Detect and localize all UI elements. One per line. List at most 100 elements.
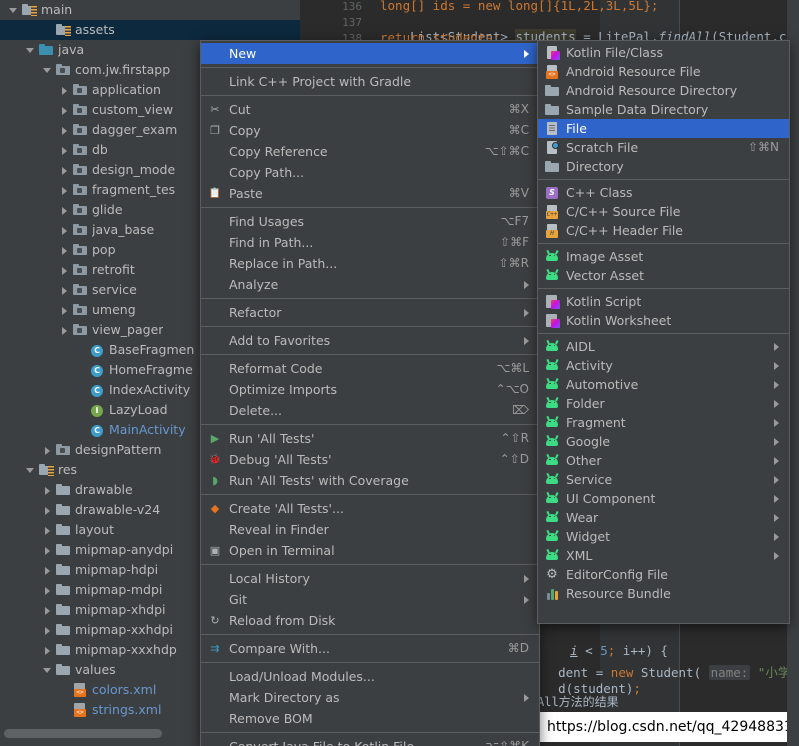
tree-item-label: custom_view <box>92 102 174 117</box>
menu-item-c-c-header-file[interactable]: H C/C++ Header File <box>538 221 789 240</box>
menu-item-open-in-terminal[interactable]: ▣ Open in Terminal <box>201 540 539 561</box>
menu-item-reload-from-disk[interactable]: ↻ Reload from Disk <box>201 610 539 631</box>
menu-item-label: Image Asset <box>566 249 644 264</box>
menu-item-paste[interactable]: 📋 Paste ⌘V <box>201 183 539 204</box>
chevron-right-icon[interactable] <box>59 105 70 116</box>
menu-item-directory[interactable]: Directory <box>538 157 789 176</box>
menu-item-widget[interactable]: Widget <box>538 527 789 546</box>
chevron-right-icon[interactable] <box>59 305 70 316</box>
package-folder-icon <box>72 142 88 158</box>
menu-item-copy-reference[interactable]: Copy Reference ⌥⇧⌘C <box>201 141 539 162</box>
menu-item-android-resource-directory[interactable]: Android Resource Directory <box>538 81 789 100</box>
menu-item-folder[interactable]: Folder <box>538 394 789 413</box>
scrollbar-thumb[interactable] <box>4 729 162 738</box>
menu-item-create-all-tests[interactable]: ◆ Create 'All Tests'... <box>201 498 539 519</box>
menu-item-replace-in-path[interactable]: Replace in Path... ⇧⌘R <box>201 253 539 274</box>
menu-item-service[interactable]: Service <box>538 470 789 489</box>
submenu-arrow-icon <box>524 693 529 702</box>
menu-item-refactor[interactable]: Refactor <box>201 302 539 323</box>
menu-item-editorconfig-file[interactable]: ⚙ EditorConfig File <box>538 565 789 584</box>
menu-item-activity[interactable]: Activity <box>538 356 789 375</box>
menu-item-convert-java-file-to-kotlin-file[interactable]: Convert Java File to Kotlin File ⌥⇧⌘K <box>201 736 539 746</box>
menu-item-reveal-in-finder[interactable]: Reveal in Finder <box>201 519 539 540</box>
menu-item-reformat-code[interactable]: Reformat Code ⌥⌘L <box>201 358 539 379</box>
menu-item-android-resource-file[interactable]: <> Android Resource File <box>538 62 789 81</box>
menu-item-analyze[interactable]: Analyze <box>201 274 539 295</box>
menu-item-optimize-imports[interactable]: Optimize Imports ⌃⌥O <box>201 379 539 400</box>
chevron-down-icon[interactable] <box>42 65 53 76</box>
menu-item-local-history[interactable]: Local History <box>201 568 539 589</box>
menu-item-scratch-file[interactable]: Scratch File ⇧⌘N <box>538 138 789 157</box>
menu-item-kotlin-file-class[interactable]: Kotlin File/Class <box>538 43 789 62</box>
chevron-down-icon[interactable] <box>25 465 36 476</box>
chevron-right-icon[interactable] <box>42 565 53 576</box>
menu-item-new[interactable]: New <box>201 43 539 64</box>
menu-item-ui-component[interactable]: UI Component <box>538 489 789 508</box>
menu-item-add-to-favorites[interactable]: Add to Favorites <box>201 330 539 351</box>
menu-item-load-unload-modules[interactable]: Load/Unload Modules... <box>201 666 539 687</box>
tree-item-main[interactable]: main <box>0 0 300 20</box>
menu-item-c-class[interactable]: S C++ Class <box>538 183 789 202</box>
menu-item-find-usages[interactable]: Find Usages ⌥F7 <box>201 211 539 232</box>
chevron-right-icon[interactable] <box>42 625 53 636</box>
folder-icon <box>55 622 71 638</box>
chevron-right-icon[interactable] <box>59 245 70 256</box>
menu-item-image-asset[interactable]: Image Asset <box>538 247 789 266</box>
tree-item-label: colors.xml <box>92 682 157 697</box>
menu-item-debug-all-tests[interactable]: 🐞 Debug 'All Tests' ⌃⇧D <box>201 449 539 470</box>
menu-item-c-c-source-file[interactable]: C++ C/C++ Source File <box>538 202 789 221</box>
chevron-right-icon[interactable] <box>59 185 70 196</box>
menu-item-other[interactable]: Other <box>538 451 789 470</box>
chevron-right-icon[interactable] <box>42 585 53 596</box>
menu-item-kotlin-script[interactable]: Kotlin Script <box>538 292 789 311</box>
chevron-right-icon[interactable] <box>59 165 70 176</box>
new-submenu[interactable]: Kotlin File/Class <> Android Resource File… <box>537 40 790 624</box>
chevron-right-icon[interactable] <box>59 85 70 96</box>
menu-item-label: File <box>566 121 587 136</box>
android-icon <box>544 472 560 488</box>
menu-item-find-in-path[interactable]: Find in Path... ⇧⌘F <box>201 232 539 253</box>
menu-item-vector-asset[interactable]: Vector Asset <box>538 266 789 285</box>
chevron-right-icon[interactable] <box>59 205 70 216</box>
context-menu[interactable]: New Link C++ Project with Gradle ✂ Cut ⌘X ❐ Co… <box>200 40 540 746</box>
menu-item-resource-bundle[interactable]: Resource Bundle <box>538 584 789 603</box>
menu-item-copy[interactable]: ❐ Copy ⌘C <box>201 120 539 141</box>
chevron-down-icon[interactable] <box>8 5 19 16</box>
chevron-right-icon[interactable] <box>42 605 53 616</box>
menu-item-remove-bom[interactable]: Remove BOM <box>201 708 539 729</box>
chevron-right-icon[interactable] <box>42 485 53 496</box>
menu-item-cut[interactable]: ✂ Cut ⌘X <box>201 99 539 120</box>
menu-item-google[interactable]: Google <box>538 432 789 451</box>
chevron-right-icon[interactable] <box>59 125 70 136</box>
chevron-right-icon[interactable] <box>59 265 70 276</box>
chevron-right-icon[interactable] <box>59 145 70 156</box>
menu-item-automotive[interactable]: Automotive <box>538 375 789 394</box>
chevron-right-icon[interactable] <box>59 325 70 336</box>
chevron-right-icon[interactable] <box>42 545 53 556</box>
menu-item-git[interactable]: Git <box>201 589 539 610</box>
menu-item-sample-data-directory[interactable]: Sample Data Directory <box>538 100 789 119</box>
menu-item-xml[interactable]: XML <box>538 546 789 565</box>
menu-item-run-all-tests-with-coverage[interactable]: ◗ Run 'All Tests' with Coverage <box>201 470 539 491</box>
chevron-down-icon[interactable] <box>42 665 53 676</box>
menu-item-link-c-project-with-gradle[interactable]: Link C++ Project with Gradle <box>201 71 539 92</box>
menu-item-wear[interactable]: Wear <box>538 508 789 527</box>
menu-item-run-all-tests[interactable]: ▶ Run 'All Tests' ⌃⇧R <box>201 428 539 449</box>
menu-item-mark-directory-as[interactable]: Mark Directory as <box>201 687 539 708</box>
menu-item-file[interactable]: File <box>538 119 789 138</box>
chevron-right-icon[interactable] <box>42 525 53 536</box>
menu-item-compare-with[interactable]: ⇉ Compare With... ⌘D <box>201 638 539 659</box>
menu-item-copy-path[interactable]: Copy Path... <box>201 162 539 183</box>
menu-item-delete[interactable]: Delete... ⌦ <box>201 400 539 421</box>
chevron-right-icon[interactable] <box>42 505 53 516</box>
menu-item-kotlin-worksheet[interactable]: Kotlin Worksheet <box>538 311 789 330</box>
chevron-right-icon[interactable] <box>59 225 70 236</box>
package-folder-icon <box>72 322 88 338</box>
chevron-right-icon[interactable] <box>42 445 53 456</box>
chevron-right-icon[interactable] <box>42 645 53 656</box>
tree-item-assets[interactable]: assets <box>0 20 300 40</box>
menu-item-fragment[interactable]: Fragment <box>538 413 789 432</box>
menu-item-aidl[interactable]: AIDL <box>538 337 789 356</box>
chevron-down-icon[interactable] <box>25 45 36 56</box>
chevron-right-icon[interactable] <box>59 285 70 296</box>
